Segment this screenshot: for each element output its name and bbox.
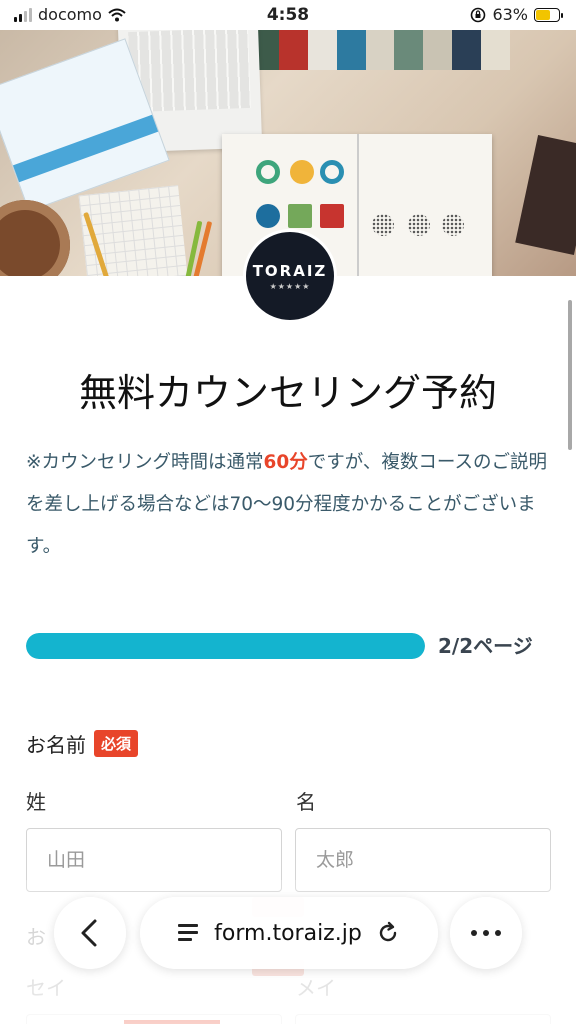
hero-cup [0, 200, 70, 276]
first-name-label: 名 [296, 790, 316, 814]
required-badge: 必須 [94, 730, 139, 757]
hero-folder [515, 134, 576, 256]
brand-name: TORAIZ [252, 261, 328, 280]
progress-fill [26, 633, 425, 659]
last-name-label: 姓 [26, 790, 46, 814]
battery-level [536, 9, 550, 20]
address-bar[interactable]: form.toraiz.jp [140, 897, 438, 969]
scrollbar[interactable] [568, 300, 572, 450]
battery-icon [534, 7, 563, 22]
notice-text: ※カウンセリング時間は通常60分ですが、複数コースのご説明を差し上げる場合などは… [26, 442, 556, 568]
progress-label: 2/2ページ [438, 634, 533, 658]
hero-notepad [78, 185, 190, 276]
reader-icon[interactable] [178, 922, 200, 944]
battery-percent: 63% [492, 5, 528, 24]
url-text[interactable]: form.toraiz.jp [214, 921, 362, 946]
status-right: 63% [470, 5, 563, 24]
more-button[interactable] [450, 897, 522, 969]
hero-books [250, 30, 511, 70]
more-icon [471, 930, 501, 936]
brand-stars: ★★★★★ [269, 281, 311, 291]
name-label: お名前 [26, 733, 86, 757]
notice-highlight: 60分 [263, 452, 308, 473]
notice-before: ※カウンセリング時間は通常 [26, 452, 264, 473]
brand-logo: TORAIZ ★★★★★ [243, 229, 337, 323]
status-bar: docomo 4:58 63% [0, 0, 576, 30]
name-field-label: お名前 必須 [26, 729, 139, 758]
progress-bar [26, 633, 425, 659]
orientation-lock-icon [471, 7, 486, 22]
back-button[interactable] [54, 897, 126, 969]
page-title: 無料カウンセリング予約 [78, 371, 497, 415]
reload-icon[interactable] [376, 921, 400, 945]
chevron-left-icon [81, 919, 97, 947]
